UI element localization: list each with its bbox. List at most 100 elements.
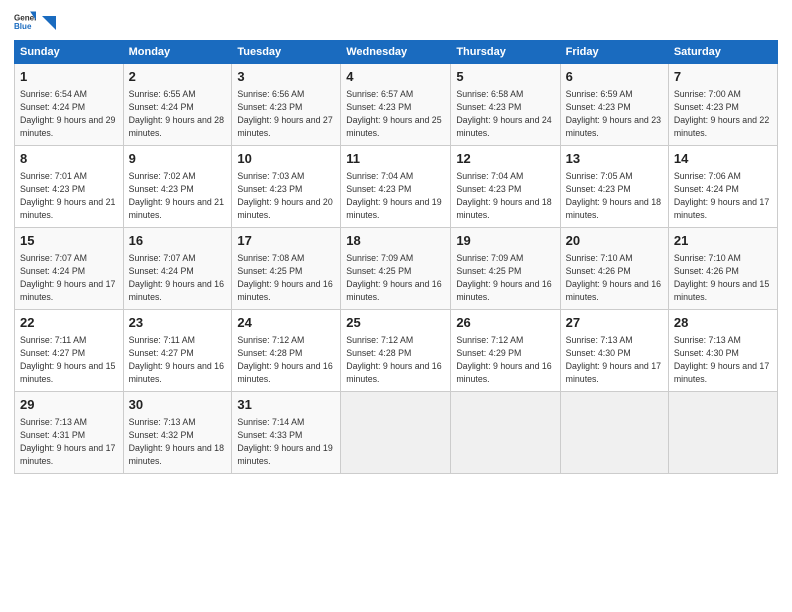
calendar-cell: 26 Sunrise: 7:12 AMSunset: 4:29 PMDayligh… xyxy=(451,310,560,392)
day-info: Sunrise: 7:09 AMSunset: 4:25 PMDaylight:… xyxy=(456,253,551,302)
calendar-week-5: 29Sunrise: 7:13 AMSunset: 4:31 PMDayligh… xyxy=(15,392,778,474)
calendar-cell xyxy=(560,392,668,474)
day-info: Sunrise: 7:02 AMSunset: 4:23 PMDaylight:… xyxy=(129,171,224,220)
day-number: 11 xyxy=(346,150,445,169)
calendar-cell: 24Sunrise: 7:12 AMSunset: 4:28 PMDayligh… xyxy=(232,310,341,392)
day-info: Sunrise: 7:06 AMSunset: 4:24 PMDaylight:… xyxy=(674,171,769,220)
day-number: 12 xyxy=(456,150,554,169)
calendar-cell: 15 Sunrise: 7:07 AMSunset: 4:24 PMDayligh… xyxy=(15,228,124,310)
day-info: Sunrise: 7:13 AMSunset: 4:30 PMDaylight:… xyxy=(674,335,769,384)
day-info: Sunrise: 7:03 AMSunset: 4:23 PMDaylight:… xyxy=(237,171,332,220)
day-info: Sunrise: 7:01 AMSunset: 4:23 PMDaylight:… xyxy=(20,171,115,220)
day-info: Sunrise: 7:00 AMSunset: 4:23 PMDaylight:… xyxy=(674,89,769,138)
day-info: Sunrise: 7:13 AMSunset: 4:30 PMDaylight:… xyxy=(566,335,661,384)
weekday-header-tuesday: Tuesday xyxy=(232,41,341,64)
day-number: 2 xyxy=(129,68,227,87)
calendar-cell: 27 Sunrise: 7:13 AMSunset: 4:30 PMDayligh… xyxy=(560,310,668,392)
calendar-cell: 23Sunrise: 7:11 AMSunset: 4:27 PMDayligh… xyxy=(123,310,232,392)
day-number: 14 xyxy=(674,150,772,169)
day-info: Sunrise: 7:04 AMSunset: 4:23 PMDaylight:… xyxy=(346,171,441,220)
day-number: 26 xyxy=(456,314,554,333)
logo-arrow-icon xyxy=(40,14,58,32)
day-number: 22 xyxy=(20,314,118,333)
calendar-cell: 20Sunrise: 7:10 AMSunset: 4:26 PMDayligh… xyxy=(560,228,668,310)
calendar-cell: 13 Sunrise: 7:05 AMSunset: 4:23 PMDayligh… xyxy=(560,146,668,228)
day-info: Sunrise: 7:12 AMSunset: 4:29 PMDaylight:… xyxy=(456,335,551,384)
day-number: 27 xyxy=(566,314,663,333)
day-info: Sunrise: 7:11 AMSunset: 4:27 PMDaylight:… xyxy=(20,335,115,384)
day-number: 25 xyxy=(346,314,445,333)
day-info: Sunrise: 6:59 AMSunset: 4:23 PMDaylight:… xyxy=(566,89,661,138)
day-number: 10 xyxy=(237,150,335,169)
weekday-header-thursday: Thursday xyxy=(451,41,560,64)
day-info: Sunrise: 7:14 AMSunset: 4:33 PMDaylight:… xyxy=(237,417,332,466)
calendar-cell: 22 Sunrise: 7:11 AMSunset: 4:27 PMDayligh… xyxy=(15,310,124,392)
day-info: Sunrise: 6:55 AMSunset: 4:24 PMDaylight:… xyxy=(129,89,224,138)
day-info: Sunrise: 7:04 AMSunset: 4:23 PMDaylight:… xyxy=(456,171,551,220)
weekday-header-monday: Monday xyxy=(123,41,232,64)
calendar-cell: 3Sunrise: 6:56 AMSunset: 4:23 PMDaylight… xyxy=(232,64,341,146)
day-number: 21 xyxy=(674,232,772,251)
day-info: Sunrise: 7:13 AMSunset: 4:32 PMDaylight:… xyxy=(129,417,224,466)
calendar-week-3: 15 Sunrise: 7:07 AMSunset: 4:24 PMDayligh… xyxy=(15,228,778,310)
calendar-cell: 1 Sunrise: 6:54 AMSunset: 4:24 PMDaylight… xyxy=(15,64,124,146)
logo-icon: General Blue xyxy=(14,10,36,32)
day-number: 7 xyxy=(674,68,772,87)
calendar-week-1: 1 Sunrise: 6:54 AMSunset: 4:24 PMDaylight… xyxy=(15,64,778,146)
weekday-header-wednesday: Wednesday xyxy=(341,41,451,64)
day-number: 6 xyxy=(566,68,663,87)
calendar: SundayMondayTuesdayWednesdayThursdayFrid… xyxy=(14,40,778,474)
calendar-body: 1 Sunrise: 6:54 AMSunset: 4:24 PMDaylight… xyxy=(15,64,778,474)
calendar-cell xyxy=(451,392,560,474)
weekday-header-saturday: Saturday xyxy=(668,41,777,64)
calendar-cell: 25 Sunrise: 7:12 AMSunset: 4:28 PMDayligh… xyxy=(341,310,451,392)
calendar-cell: 28 Sunrise: 7:13 AMSunset: 4:30 PMDayligh… xyxy=(668,310,777,392)
calendar-cell: 6 Sunrise: 6:59 AMSunset: 4:23 PMDaylight… xyxy=(560,64,668,146)
day-number: 13 xyxy=(566,150,663,169)
logo: General Blue xyxy=(14,10,58,32)
day-info: Sunrise: 7:09 AMSunset: 4:25 PMDaylight:… xyxy=(346,253,441,302)
calendar-header-row: SundayMondayTuesdayWednesdayThursdayFrid… xyxy=(15,41,778,64)
calendar-cell: 21 Sunrise: 7:10 AMSunset: 4:26 PMDayligh… xyxy=(668,228,777,310)
day-number: 18 xyxy=(346,232,445,251)
day-number: 8 xyxy=(20,150,118,169)
day-info: Sunrise: 7:05 AMSunset: 4:23 PMDaylight:… xyxy=(566,171,661,220)
calendar-cell: 2 Sunrise: 6:55 AMSunset: 4:24 PMDaylight… xyxy=(123,64,232,146)
day-info: Sunrise: 6:56 AMSunset: 4:23 PMDaylight:… xyxy=(237,89,332,138)
day-number: 30 xyxy=(129,396,227,415)
day-info: Sunrise: 6:54 AMSunset: 4:24 PMDaylight:… xyxy=(20,89,115,138)
svg-text:Blue: Blue xyxy=(14,22,32,31)
weekday-header-sunday: Sunday xyxy=(15,41,124,64)
day-number: 9 xyxy=(129,150,227,169)
day-number: 28 xyxy=(674,314,772,333)
page-container: General Blue SundayMondayTuesdayWednesda… xyxy=(0,0,792,482)
calendar-cell: 9 Sunrise: 7:02 AMSunset: 4:23 PMDaylight… xyxy=(123,146,232,228)
day-info: Sunrise: 7:13 AMSunset: 4:31 PMDaylight:… xyxy=(20,417,115,466)
logo-text xyxy=(40,14,58,28)
day-number: 19 xyxy=(456,232,554,251)
calendar-cell: 7 Sunrise: 7:00 AMSunset: 4:23 PMDaylight… xyxy=(668,64,777,146)
day-number: 17 xyxy=(237,232,335,251)
day-info: Sunrise: 7:12 AMSunset: 4:28 PMDaylight:… xyxy=(346,335,441,384)
calendar-cell: 16Sunrise: 7:07 AMSunset: 4:24 PMDayligh… xyxy=(123,228,232,310)
day-number: 15 xyxy=(20,232,118,251)
day-info: Sunrise: 7:12 AMSunset: 4:28 PMDaylight:… xyxy=(237,335,332,384)
calendar-cell: 10 Sunrise: 7:03 AMSunset: 4:23 PMDayligh… xyxy=(232,146,341,228)
calendar-cell: 14 Sunrise: 7:06 AMSunset: 4:24 PMDayligh… xyxy=(668,146,777,228)
weekday-header-friday: Friday xyxy=(560,41,668,64)
calendar-week-4: 22 Sunrise: 7:11 AMSunset: 4:27 PMDayligh… xyxy=(15,310,778,392)
day-info: Sunrise: 7:08 AMSunset: 4:25 PMDaylight:… xyxy=(237,253,332,302)
day-number: 23 xyxy=(129,314,227,333)
day-info: Sunrise: 6:58 AMSunset: 4:23 PMDaylight:… xyxy=(456,89,551,138)
day-number: 1 xyxy=(20,68,118,87)
calendar-cell: 29Sunrise: 7:13 AMSunset: 4:31 PMDayligh… xyxy=(15,392,124,474)
calendar-cell: 4Sunrise: 6:57 AMSunset: 4:23 PMDaylight… xyxy=(341,64,451,146)
header: General Blue xyxy=(14,10,778,32)
day-info: Sunrise: 7:07 AMSunset: 4:24 PMDaylight:… xyxy=(20,253,115,302)
day-info: Sunrise: 7:10 AMSunset: 4:26 PMDaylight:… xyxy=(674,253,769,302)
calendar-cell: 11 Sunrise: 7:04 AMSunset: 4:23 PMDayligh… xyxy=(341,146,451,228)
calendar-cell: 19 Sunrise: 7:09 AMSunset: 4:25 PMDayligh… xyxy=(451,228,560,310)
calendar-cell xyxy=(668,392,777,474)
calendar-cell: 30 Sunrise: 7:13 AMSunset: 4:32 PMDayligh… xyxy=(123,392,232,474)
calendar-cell: 17 Sunrise: 7:08 AMSunset: 4:25 PMDayligh… xyxy=(232,228,341,310)
